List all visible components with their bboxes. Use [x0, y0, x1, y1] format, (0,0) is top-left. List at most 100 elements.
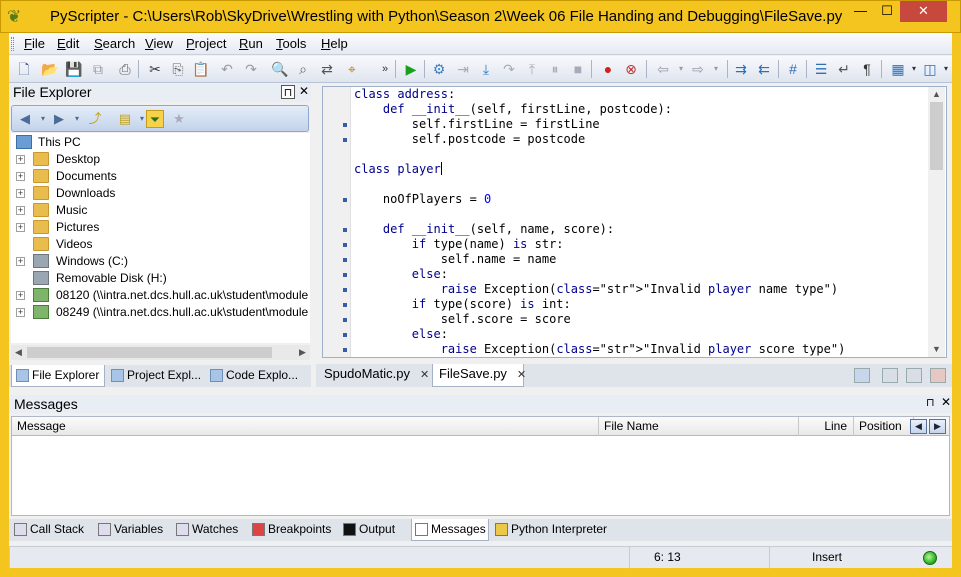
pin-icon[interactable]: ⊓	[281, 85, 295, 99]
tab-project-explorer[interactable]: Project Expl...	[107, 365, 203, 387]
dedent-icon[interactable]: ⇇	[755, 60, 773, 78]
breakpoint-marker-icon[interactable]	[343, 258, 347, 262]
code-line[interactable]: self.firstLine = firstLine	[354, 117, 845, 132]
scroll-up-icon[interactable]: ▲	[928, 87, 945, 102]
code-line[interactable]: def __init__(self, firstLine, postcode):	[354, 102, 845, 117]
grid-scroll-left-icon[interactable]: ◀	[910, 419, 927, 434]
menu-project[interactable]: Project	[186, 36, 226, 51]
forward-dropdown-icon[interactable]: ▾	[707, 60, 725, 78]
scroll-left-icon[interactable]: ◀	[11, 345, 26, 360]
menu-file[interactable]: File	[24, 36, 45, 51]
code-line[interactable]	[354, 177, 845, 192]
word-wrap-icon[interactable]: ↵	[835, 60, 853, 78]
expand-icon[interactable]: +	[16, 223, 25, 232]
expand-icon[interactable]: +	[16, 257, 25, 266]
expand-icon[interactable]: +	[16, 189, 25, 198]
expand-icon[interactable]: +	[16, 308, 25, 317]
tab-file-explorer[interactable]: File Explorer	[11, 365, 105, 387]
print-icon[interactable]: ⎙	[116, 60, 134, 78]
messages-grid[interactable]: Message File Name Line Position ◀ ▶	[11, 416, 950, 516]
breakpoint-marker-icon[interactable]	[343, 138, 347, 142]
col-file-name[interactable]: File Name	[599, 417, 799, 436]
paste-icon[interactable]: 📋	[192, 60, 210, 78]
code-line[interactable]: raise Exception(class="str">"Invalid pla…	[354, 342, 846, 357]
view-dropdown-icon[interactable]: ▾	[937, 60, 955, 78]
tab-output[interactable]: Output	[340, 519, 408, 541]
menu-tools[interactable]: Tools	[276, 36, 306, 51]
toolbar-overflow-icon[interactable]: »	[376, 60, 394, 78]
forward-icon[interactable]: ▶	[50, 110, 68, 128]
back-dropdown-icon[interactable]: ▾	[672, 60, 690, 78]
expand-icon[interactable]: +	[16, 206, 25, 215]
find-next-icon[interactable]: ⌕	[294, 60, 312, 78]
code-line[interactable]: else:	[354, 327, 845, 342]
close-panel-icon[interactable]: ✕	[941, 395, 951, 409]
split-editor-icon[interactable]	[882, 368, 898, 383]
menu-view[interactable]: View	[145, 36, 173, 51]
tab-watches[interactable]: Watches	[173, 519, 245, 541]
new-file-icon[interactable]: 🗋	[15, 60, 33, 78]
expand-icon[interactable]: +	[16, 291, 25, 300]
close-all-icon[interactable]	[930, 368, 946, 383]
scroll-thumb[interactable]	[27, 347, 272, 358]
tab-variables[interactable]: Variables	[95, 519, 171, 541]
breakpoint-marker-icon[interactable]	[343, 318, 347, 322]
code-line[interactable]	[354, 207, 845, 222]
favorites-icon[interactable]: ★	[170, 110, 188, 128]
breakpoint-marker-icon[interactable]	[343, 198, 347, 202]
tab-filesave[interactable]: FileSave.py ✕	[432, 364, 526, 387]
forward-icon[interactable]: ⇨	[689, 60, 707, 78]
goto-line-icon[interactable]: ⌖	[343, 60, 361, 78]
debug-icon[interactable]: ⚙	[430, 60, 448, 78]
close-editor-icon[interactable]	[906, 368, 922, 383]
save-all-icon[interactable]: ⧉	[89, 60, 107, 78]
code-line[interactable]: def __init__(self, name, score):	[354, 222, 845, 237]
tab-python-interpreter[interactable]: Python Interpreter	[492, 519, 622, 541]
breakpoint-marker-icon[interactable]	[343, 288, 347, 292]
tab-call-stack[interactable]: Call Stack	[11, 519, 93, 541]
code-line[interactable]: noOfPlayers = 0	[354, 192, 845, 207]
code-line[interactable]: self.postcode = postcode	[354, 132, 845, 147]
menu-search[interactable]: Search	[94, 36, 135, 51]
scroll-right-icon[interactable]: ▶	[295, 345, 310, 360]
forward-dropdown-icon[interactable]: ▾	[68, 110, 86, 128]
line-numbers-icon[interactable]: ☰	[812, 60, 830, 78]
tab-spudomatic[interactable]: SpudoMatic.py ✕	[318, 364, 430, 387]
clear-breakpoints-icon[interactable]: ⊗	[622, 60, 640, 78]
save-icon[interactable]: 💾	[65, 60, 83, 78]
breakpoint-marker-icon[interactable]	[343, 348, 347, 352]
breakpoint-marker-icon[interactable]	[343, 123, 347, 127]
close-tab-icon[interactable]: ✕	[420, 369, 429, 381]
undo-icon[interactable]: ↶	[218, 60, 236, 78]
code-line[interactable]: class player	[354, 162, 845, 177]
menu-help[interactable]: Help	[321, 36, 348, 51]
open-folder-icon[interactable]: 📂	[41, 60, 59, 78]
maximize-button[interactable]: ☐	[874, 1, 900, 22]
scroll-down-icon[interactable]: ▼	[928, 342, 945, 357]
file-tree-hscroll[interactable]: ◀ ▶	[11, 345, 310, 360]
code-line[interactable]: else:	[354, 267, 845, 282]
code-line[interactable]: self.score = score	[354, 312, 845, 327]
menu-edit[interactable]: Edit	[57, 36, 79, 51]
expand-icon[interactable]: +	[16, 155, 25, 164]
cut-icon[interactable]: ✂	[146, 60, 164, 78]
back-icon[interactable]: ◀	[16, 110, 34, 128]
vertical-splitter[interactable]	[313, 84, 319, 384]
breakpoint-marker-icon[interactable]	[343, 273, 347, 277]
up-folder-icon[interactable]: ⤴	[86, 110, 104, 128]
pause-icon[interactable]: ⏸	[546, 60, 564, 78]
comment-icon[interactable]: #	[784, 60, 802, 78]
breakpoint-marker-icon[interactable]	[343, 333, 347, 337]
grid-scroll-right-icon[interactable]: ▶	[929, 419, 946, 434]
indent-icon[interactable]: ⇉	[732, 60, 750, 78]
tab-code-explorer[interactable]: Code Explo...	[206, 365, 306, 387]
close-panel-icon[interactable]: ✕	[299, 84, 309, 98]
pin-icon[interactable]: ⊓	[926, 396, 935, 409]
code-line[interactable]: raise Exception(class="str">"Invalid pla…	[354, 282, 845, 297]
menubar-grip[interactable]	[11, 37, 14, 51]
toggle-breakpoint-icon[interactable]: ●	[599, 60, 617, 78]
code-line[interactable]: self.name = name	[354, 252, 845, 267]
minimize-button[interactable]: —	[847, 1, 874, 22]
code-line[interactable]	[354, 147, 845, 162]
find-icon[interactable]: 🔍	[271, 60, 289, 78]
